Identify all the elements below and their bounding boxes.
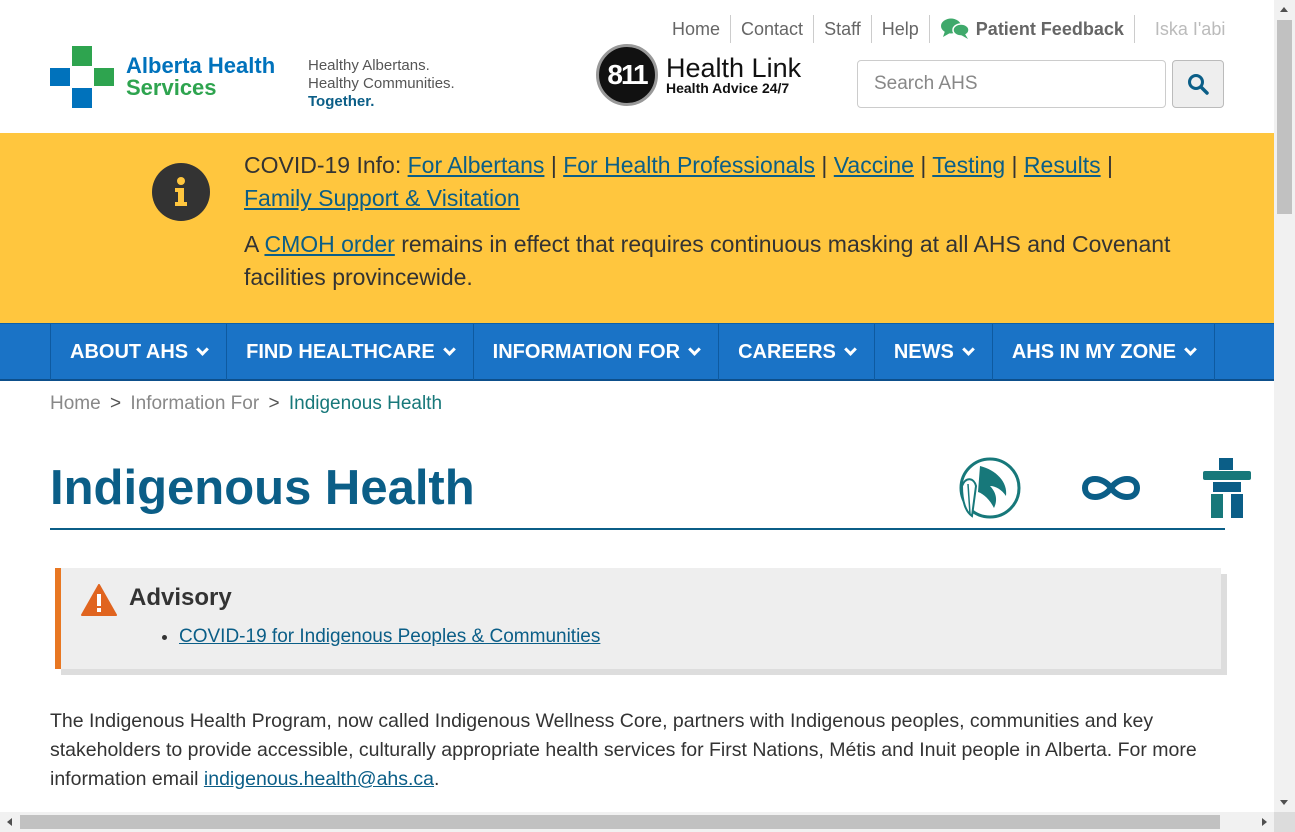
nav-label: FIND HEALTHCARE [246, 340, 435, 363]
cmoh-order-link[interactable]: CMOH order [264, 231, 394, 257]
breadcrumb-information-for[interactable]: Information For [130, 393, 259, 414]
health-link-subtitle: Health Advice 24/7 [666, 80, 790, 96]
health-link-logo[interactable]: 811 Health Link Health Advice 24/7 [596, 44, 801, 106]
nav-item-ahs-in-my-zone[interactable]: AHS IN MY ZONE [991, 324, 1215, 380]
breadcrumb-separator: > [268, 393, 280, 414]
nav-label: CAREERS [738, 340, 836, 363]
nav-item-about-ahs[interactable]: ABOUT AHS [50, 324, 226, 380]
nav-item-information-for[interactable]: INFORMATION FOR [472, 324, 718, 380]
chat-bubbles-icon [940, 18, 970, 39]
chevron-down-icon [442, 343, 456, 356]
breadcrumb: Home > Information For > Indigenous Heal… [50, 393, 442, 415]
nav-label: INFORMATION FOR [492, 340, 681, 363]
breadcrumb-current: Indigenous Health [288, 393, 443, 414]
separator: | [550, 152, 557, 178]
indigenous-emblems [956, 456, 1253, 520]
list-item: COVID-19 for Indigenous Peoples & Commun… [179, 626, 600, 648]
email-link[interactable]: indigenous.health@ahs.ca [204, 768, 434, 790]
search-icon [1188, 74, 1209, 95]
covid-link-vaccine[interactable]: Vaccine [834, 152, 914, 178]
health-link-title: Health Link [666, 53, 802, 83]
patient-feedback-link[interactable]: Patient Feedback [930, 15, 1135, 43]
page-viewport: Home Contact Staff Help Patient Feedback… [0, 0, 1274, 812]
chevron-down-icon [688, 343, 701, 356]
tagline-line-2: Healthy Communities. [308, 75, 455, 92]
advisory-list: COVID-19 for Indigenous Peoples & Commun… [179, 626, 600, 648]
search-form [857, 60, 1224, 108]
chevron-down-icon [1184, 343, 1197, 356]
vertical-scroll-thumb[interactable] [1277, 20, 1292, 214]
covid-link-albertans[interactable]: For Albertans [408, 152, 545, 178]
tagline-line-1: Healthy Albertans. [308, 57, 430, 74]
tagline-line-3: Together. [308, 93, 375, 110]
warning-icon [81, 584, 117, 616]
covid-prefix: COVID-19 Info: [244, 152, 402, 178]
nav-label: NEWS [893, 340, 954, 363]
chevron-down-icon [196, 343, 210, 356]
vertical-scrollbar[interactable] [1274, 0, 1295, 812]
patient-feedback-label: Patient Feedback [975, 19, 1124, 39]
nav-item-careers[interactable]: CAREERS [718, 324, 874, 380]
infinity-metis-icon [1081, 476, 1141, 500]
title-divider [50, 528, 1225, 530]
cmoh-notice-prefix: A [244, 231, 259, 257]
intro-end: . [434, 768, 440, 790]
ahs-cross-logo-icon [50, 46, 114, 108]
utility-home-link[interactable]: Home [662, 15, 732, 43]
eagle-feather-icon [959, 457, 1021, 519]
nav-item-news[interactable]: NEWS [873, 324, 992, 380]
scroll-right-arrow-icon[interactable] [1262, 818, 1267, 826]
covid-link-health-professionals[interactable]: For Health Professionals [563, 152, 815, 178]
logo-line-2: Services [126, 75, 217, 100]
nav-label: AHS IN MY ZONE [1011, 340, 1176, 363]
covid-link-testing[interactable]: Testing [932, 152, 1005, 178]
info-icon [152, 163, 210, 221]
health-link-811-badge: 811 [596, 44, 658, 106]
inukshuk-icon [1203, 458, 1251, 518]
utility-help-link[interactable]: Help [872, 15, 930, 43]
separator: | [821, 152, 828, 178]
page-title: Indigenous Health [50, 461, 475, 515]
separator: | [1107, 152, 1113, 178]
chevron-down-icon [961, 343, 975, 356]
covid-links-paragraph: COVID-19 Info: For Albertans | For Healt… [244, 149, 1184, 215]
advisory-covid-link[interactable]: COVID-19 for Indigenous Peoples & Commun… [179, 626, 600, 647]
logo-line-1: Alberta Health [126, 53, 276, 78]
main-nav: ABOUT AHS FIND HEALTHCARE INFORMATION FO… [0, 323, 1274, 381]
language-link[interactable]: Iska I'abi [1135, 15, 1235, 43]
utility-nav: Home Contact Staff Help Patient Feedback… [662, 14, 1235, 44]
covid-link-family-support[interactable]: Family Support & Visitation [244, 185, 520, 211]
advisory-heading: Advisory [129, 584, 232, 611]
utility-staff-link[interactable]: Staff [814, 15, 872, 43]
cmoh-notice: A CMOH order remains in effect that requ… [244, 228, 1184, 294]
covid-link-results[interactable]: Results [1024, 152, 1101, 178]
breadcrumb-separator: > [109, 393, 122, 414]
intro-paragraph: The Indigenous Health Program, now calle… [50, 707, 1220, 794]
tagline: Healthy Albertans. Healthy Communities. … [308, 57, 455, 111]
horizontal-scroll-thumb[interactable] [20, 815, 1220, 829]
advisory-box: Advisory COVID-19 for Indigenous Peoples… [55, 568, 1221, 669]
separator: | [1011, 152, 1018, 178]
covid-info-banner: COVID-19 Info: For Albertans | For Healt… [0, 133, 1274, 323]
ahs-logo[interactable]: Alberta Health Services [50, 46, 275, 108]
breadcrumb-home[interactable]: Home [50, 393, 101, 414]
scroll-up-arrow-icon[interactable] [1280, 7, 1288, 12]
nav-item-find-healthcare[interactable]: FIND HEALTHCARE [226, 324, 473, 380]
separator: | [920, 152, 927, 178]
horizontal-scrollbar[interactable] [0, 812, 1274, 832]
scroll-left-arrow-icon[interactable] [7, 818, 12, 826]
search-button[interactable] [1172, 60, 1224, 108]
nav-label: ABOUT AHS [70, 340, 189, 363]
chevron-down-icon [843, 343, 857, 356]
scroll-down-arrow-icon[interactable] [1280, 800, 1288, 805]
scrollbar-corner [1274, 812, 1295, 832]
utility-contact-link[interactable]: Contact [731, 15, 815, 43]
search-input[interactable] [857, 60, 1166, 108]
